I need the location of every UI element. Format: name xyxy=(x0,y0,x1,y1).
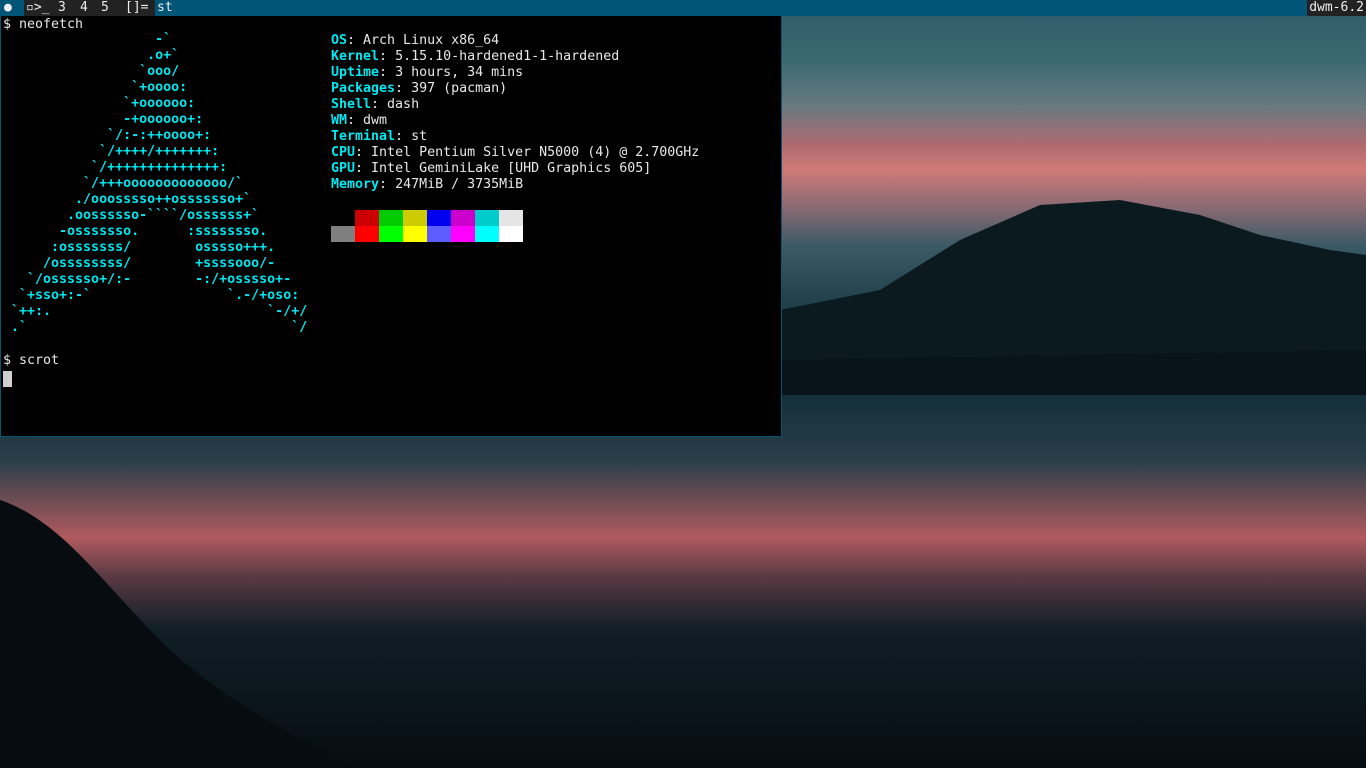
info-key: Kernel xyxy=(331,49,380,64)
info-key: WM xyxy=(331,113,348,128)
color-swatch xyxy=(427,210,451,226)
info-row-memory: Memory: 247MiB / 3735MiB xyxy=(331,177,523,193)
color-swatch xyxy=(355,226,379,242)
info-value: Arch Linux x86_64 xyxy=(363,33,500,48)
info-separator: : xyxy=(379,177,396,192)
info-row-wm: WM: dwm xyxy=(331,113,387,129)
info-row-uptime: Uptime: 3 hours, 34 mins xyxy=(331,65,523,81)
info-row-packages: Packages: 397 (pacman) xyxy=(331,81,507,97)
info-key: GPU xyxy=(331,161,356,176)
info-separator: : xyxy=(379,65,396,80)
info-row-os: OS: Arch Linux x86_64 xyxy=(331,33,499,49)
info-row-gpu: GPU: Intel GeminiLake [UHD Graphics 605] xyxy=(331,161,651,177)
info-value: dash xyxy=(387,97,420,112)
info-value: st xyxy=(411,129,428,144)
info-value: dwm xyxy=(363,113,388,128)
info-value: Intel GeminiLake [UHD Graphics 605] xyxy=(371,161,652,176)
arch-ascii-logo: -` .o+` `ooo/ `+oooo: `+oooooo: -+oooooo… xyxy=(11,32,308,335)
arch-logo-icon[interactable]: ● xyxy=(4,0,12,16)
info-separator: : xyxy=(371,97,388,112)
info-value: Intel Pentium Silver N5000 (4) @ 2.700GH… xyxy=(371,145,700,160)
layout-symbol[interactable]: []= xyxy=(125,0,148,16)
status-text: dwm-6.2 xyxy=(1307,0,1366,16)
prompt-neofetch: $ neofetch xyxy=(3,17,84,32)
color-swatch xyxy=(451,226,475,242)
color-swatch xyxy=(379,210,403,226)
color-swatch xyxy=(451,210,475,226)
info-value: 5.15.10-hardened1-1-hardened xyxy=(395,49,620,64)
info-value: 3 hours, 34 mins xyxy=(395,65,524,80)
color-swatch xyxy=(355,210,379,226)
info-separator: : xyxy=(379,49,396,64)
info-key: OS xyxy=(331,33,348,48)
info-separator: : xyxy=(355,161,372,176)
info-separator: : xyxy=(395,81,412,96)
color-swatch xyxy=(403,226,427,242)
color-swatch xyxy=(379,226,403,242)
info-key: Memory xyxy=(331,177,380,192)
st-terminal-window[interactable]: $ neofetch -` .o+` `ooo/ `+oooo: `+ooooo… xyxy=(0,16,782,437)
tag-4[interactable]: 4 xyxy=(80,0,88,16)
info-row-terminal: Terminal: st xyxy=(331,129,427,145)
info-row-shell: Shell: dash xyxy=(331,97,419,113)
tag-terminal[interactable]: ▫>_ xyxy=(26,0,49,16)
info-separator: : xyxy=(355,145,372,160)
info-separator: : xyxy=(347,33,364,48)
info-separator: : xyxy=(395,129,412,144)
color-swatch xyxy=(403,210,427,226)
color-swatch xyxy=(475,210,499,226)
color-swatch xyxy=(499,210,523,226)
color-swatch xyxy=(475,226,499,242)
tag-5[interactable]: 5 xyxy=(101,0,109,16)
info-key: Packages xyxy=(331,81,396,96)
prompt-scrot: $ scrot xyxy=(3,353,60,368)
color-swatch xyxy=(499,226,523,242)
info-key: Shell xyxy=(331,97,372,112)
info-row-cpu: CPU: Intel Pentium Silver N5000 (4) @ 2.… xyxy=(331,145,699,161)
info-row-kernel: Kernel: 5.15.10-hardened1-1-hardened xyxy=(331,49,619,65)
tag-3[interactable]: 3 xyxy=(58,0,66,16)
info-separator: : xyxy=(347,113,364,128)
info-key: Terminal xyxy=(331,129,396,144)
info-key: CPU xyxy=(331,145,356,160)
text-cursor xyxy=(3,371,12,387)
window-title: st xyxy=(157,0,173,15)
color-swatch xyxy=(331,210,355,226)
dwm-status-bar: ● ▫>_ 3 4 5 []= st dwm-6.2 xyxy=(0,0,1366,16)
info-key: Uptime xyxy=(331,65,380,80)
color-swatch xyxy=(427,226,451,242)
color-swatch xyxy=(331,226,355,242)
info-value: 247MiB / 3735MiB xyxy=(395,177,524,192)
info-value: 397 (pacman) xyxy=(411,81,508,96)
